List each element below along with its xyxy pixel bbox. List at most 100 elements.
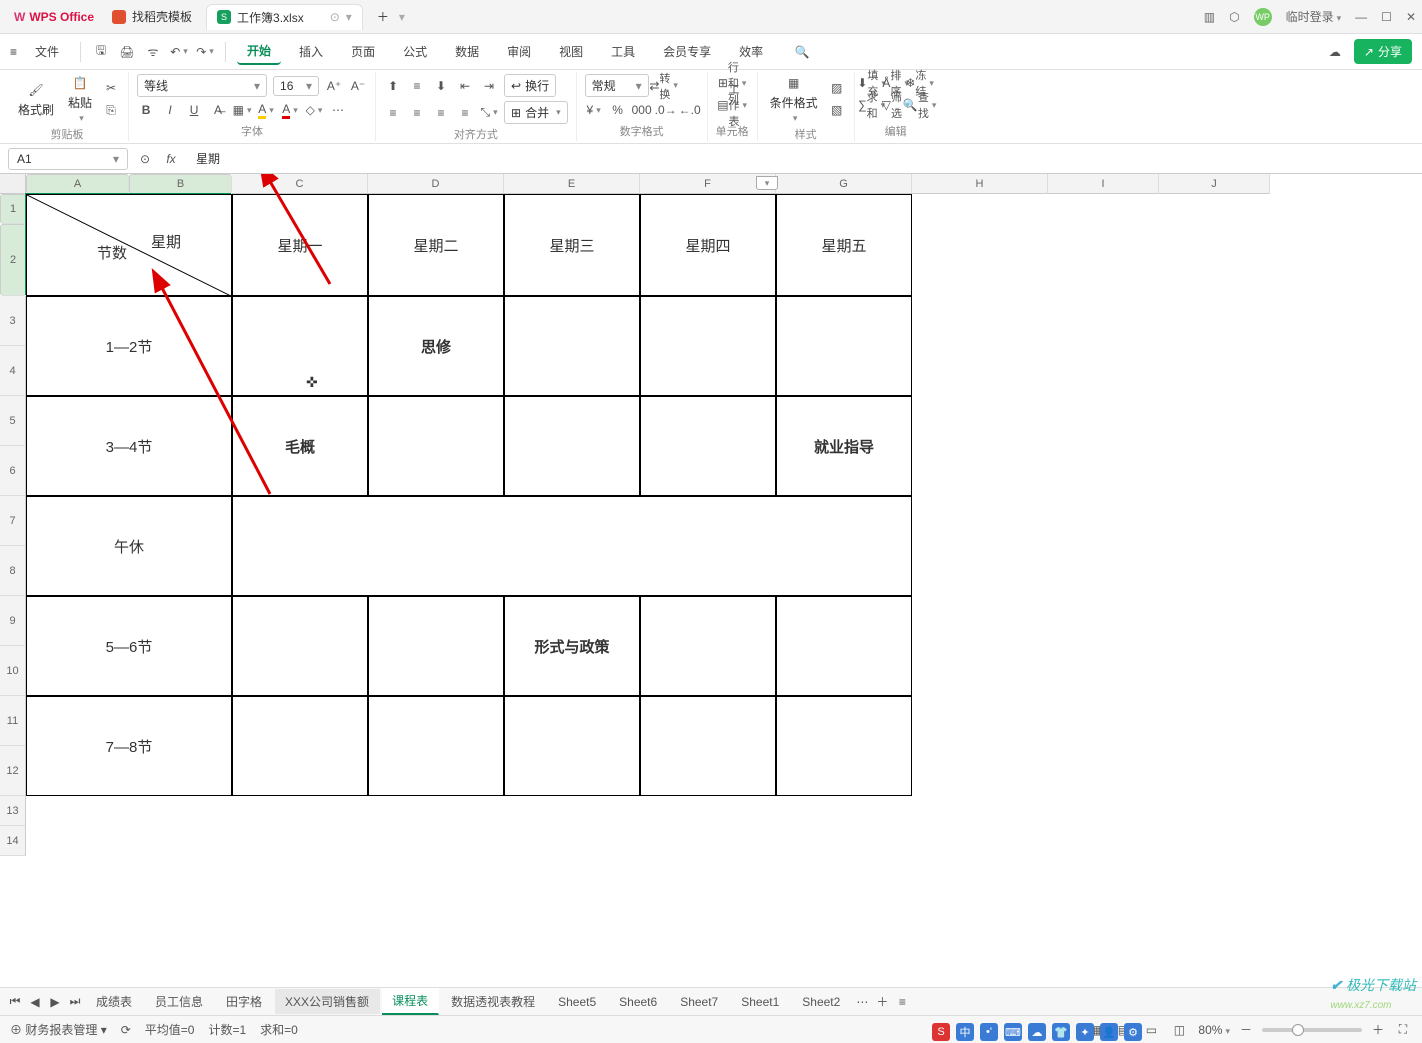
row-header-2[interactable]: 2 xyxy=(0,224,26,296)
font-name-select[interactable]: 等线▾ xyxy=(137,74,267,97)
zoom-value[interactable]: 80% xyxy=(1198,1023,1230,1037)
percent-icon[interactable]: % xyxy=(609,101,627,119)
print-preview-icon[interactable]: ᯤ xyxy=(144,43,162,61)
zoom-slider[interactable] xyxy=(1262,1028,1362,1032)
sheet-list-icon[interactable]: ≡ xyxy=(893,993,911,1011)
cell-c34[interactable] xyxy=(232,296,368,396)
cell-e34[interactable] xyxy=(504,296,640,396)
menu-page[interactable]: 页面 xyxy=(341,39,385,64)
cell-period-7-8[interactable]: 7—8节 xyxy=(26,696,232,796)
sheet-tab[interactable]: Sheet6 xyxy=(609,991,668,1013)
tab-more-icon[interactable]: ⋯ xyxy=(853,993,871,1011)
convert-button[interactable]: ⇄ 转换 xyxy=(655,77,673,95)
ime-user-icon[interactable]: 👤 xyxy=(1100,1023,1118,1041)
format-more-icon[interactable]: ⋯ xyxy=(329,101,347,119)
menu-tools[interactable]: 工具 xyxy=(601,39,645,64)
sheet-tab[interactable]: Sheet1 xyxy=(731,991,790,1013)
hamburger-icon[interactable]: ≡ xyxy=(10,45,17,59)
print-icon[interactable]: 🖨 xyxy=(118,43,136,61)
cell-c1112[interactable] xyxy=(232,696,368,796)
cell-e1112[interactable] xyxy=(504,696,640,796)
formula-input[interactable]: 星期 xyxy=(188,147,1414,170)
currency-icon[interactable]: ¥ xyxy=(585,101,603,119)
cell-e910[interactable]: 形式与政策 xyxy=(504,596,640,696)
cell-g34[interactable] xyxy=(776,296,912,396)
row-header-11[interactable]: 11 xyxy=(0,696,26,746)
cloud-icon[interactable]: ☁ xyxy=(1326,43,1344,61)
row-header-7[interactable]: 7 xyxy=(0,496,26,546)
column-options-handle[interactable]: ▾ xyxy=(756,176,778,190)
style-icon-2[interactable]: ▧ xyxy=(828,101,846,119)
row-header-5[interactable]: 5 xyxy=(0,396,26,446)
menu-member[interactable]: 会员专享 xyxy=(653,39,721,64)
cell-hdr-wed[interactable]: 星期三 xyxy=(504,194,640,296)
row-header-12[interactable]: 12 xyxy=(0,746,26,796)
align-top-icon[interactable]: ⬆ xyxy=(384,77,402,95)
col-header-E[interactable]: E xyxy=(504,174,640,194)
indent-dec-icon[interactable]: ⇤ xyxy=(456,77,474,95)
tab-templates[interactable]: 找稻壳模板 xyxy=(102,4,202,30)
cell-d910[interactable] xyxy=(368,596,504,696)
menu-formula[interactable]: 公式 xyxy=(393,39,437,64)
ime-cloud-icon[interactable]: ☁ xyxy=(1028,1023,1046,1041)
add-sheet-icon[interactable]: ＋ xyxy=(873,993,891,1011)
doc-menu-icon[interactable]: ⊙ xyxy=(330,10,340,24)
row-header-8[interactable]: 8 xyxy=(0,546,26,596)
sheet-tab[interactable]: Sheet7 xyxy=(670,991,729,1013)
cell-d1112[interactable] xyxy=(368,696,504,796)
cell-lunch-label[interactable]: 午休 xyxy=(26,496,232,596)
format-painter-button[interactable]: 🖌格式刷 xyxy=(14,81,58,118)
increase-font-icon[interactable]: A⁺ xyxy=(325,77,343,95)
name-box[interactable]: A1▾ xyxy=(8,148,128,170)
zoom-in-button[interactable]: ＋ xyxy=(1372,1021,1384,1038)
cell-hdr-thu[interactable]: 星期四 xyxy=(640,194,776,296)
menu-file[interactable]: 文件 xyxy=(25,39,69,64)
col-header-H[interactable]: H xyxy=(912,174,1048,194)
cell-f56[interactable] xyxy=(640,396,776,496)
zoom-out-button[interactable]: － xyxy=(1240,1021,1252,1038)
sheet-tab[interactable]: 田字格 xyxy=(216,989,273,1014)
row-header-1[interactable]: 1 xyxy=(0,194,26,224)
row-header-14[interactable]: 14 xyxy=(0,826,26,856)
ime-settings-icon[interactable]: ⚙ xyxy=(1124,1023,1142,1041)
fx-icon[interactable]: fx xyxy=(162,150,180,168)
search-icon[interactable]: 🔍 xyxy=(793,43,811,61)
menu-review[interactable]: 审阅 xyxy=(497,39,541,64)
sheet-tab[interactable]: 成绩表 xyxy=(86,989,143,1014)
justify-icon[interactable]: ≡ xyxy=(456,104,474,122)
row-header-6[interactable]: 6 xyxy=(0,446,26,496)
wrap-button[interactable]: ↩换行 xyxy=(504,74,556,97)
worksheet-button[interactable]: ▤ 工作表 xyxy=(723,96,741,114)
find-button[interactable]: 🔍 查找 xyxy=(911,96,929,114)
cell-g910[interactable] xyxy=(776,596,912,696)
cell-d34[interactable]: 思修 xyxy=(368,296,504,396)
close-button[interactable]: ✕ xyxy=(1406,10,1416,24)
ime-tool-icon[interactable]: ✦ xyxy=(1076,1023,1094,1041)
strike-button[interactable]: A̶ xyxy=(209,101,227,119)
row-header-9[interactable]: 9 xyxy=(0,596,26,646)
col-header-C[interactable]: C xyxy=(232,174,368,194)
orientation-icon[interactable]: ⤡ xyxy=(480,104,498,122)
menu-insert[interactable]: 插入 xyxy=(289,39,333,64)
ime-skin-icon[interactable]: 👕 xyxy=(1052,1023,1070,1041)
decrease-font-icon[interactable]: A⁻ xyxy=(349,77,367,95)
merge-button[interactable]: ⊞合并 xyxy=(504,101,568,124)
cell-e56[interactable] xyxy=(504,396,640,496)
cell-hdr-fri[interactable]: 星期五 xyxy=(776,194,912,296)
cell-lunch-merged[interactable] xyxy=(232,496,912,596)
login-label[interactable]: 临时登录 xyxy=(1286,8,1342,25)
maximize-button[interactable]: ☐ xyxy=(1381,10,1392,24)
clear-format-button[interactable]: ◇ xyxy=(305,101,323,119)
row-header-3[interactable]: 3 xyxy=(0,296,26,346)
cell-f910[interactable] xyxy=(640,596,776,696)
menu-start[interactable]: 开始 xyxy=(237,38,281,65)
select-all-corner[interactable] xyxy=(0,174,26,194)
sheet-tab-active[interactable]: 课程表 xyxy=(382,988,439,1015)
cell-hdr-mon[interactable]: 星期一 xyxy=(232,194,368,296)
cell-g56[interactable]: 就业指导 xyxy=(776,396,912,496)
style-icon-1[interactable]: ▨ xyxy=(828,79,846,97)
paste-button[interactable]: 📋粘贴 xyxy=(64,74,96,124)
menu-data[interactable]: 数据 xyxy=(445,39,489,64)
sheet-tab[interactable]: Sheet2 xyxy=(792,991,851,1013)
redo-button[interactable]: ↷ xyxy=(196,43,214,61)
